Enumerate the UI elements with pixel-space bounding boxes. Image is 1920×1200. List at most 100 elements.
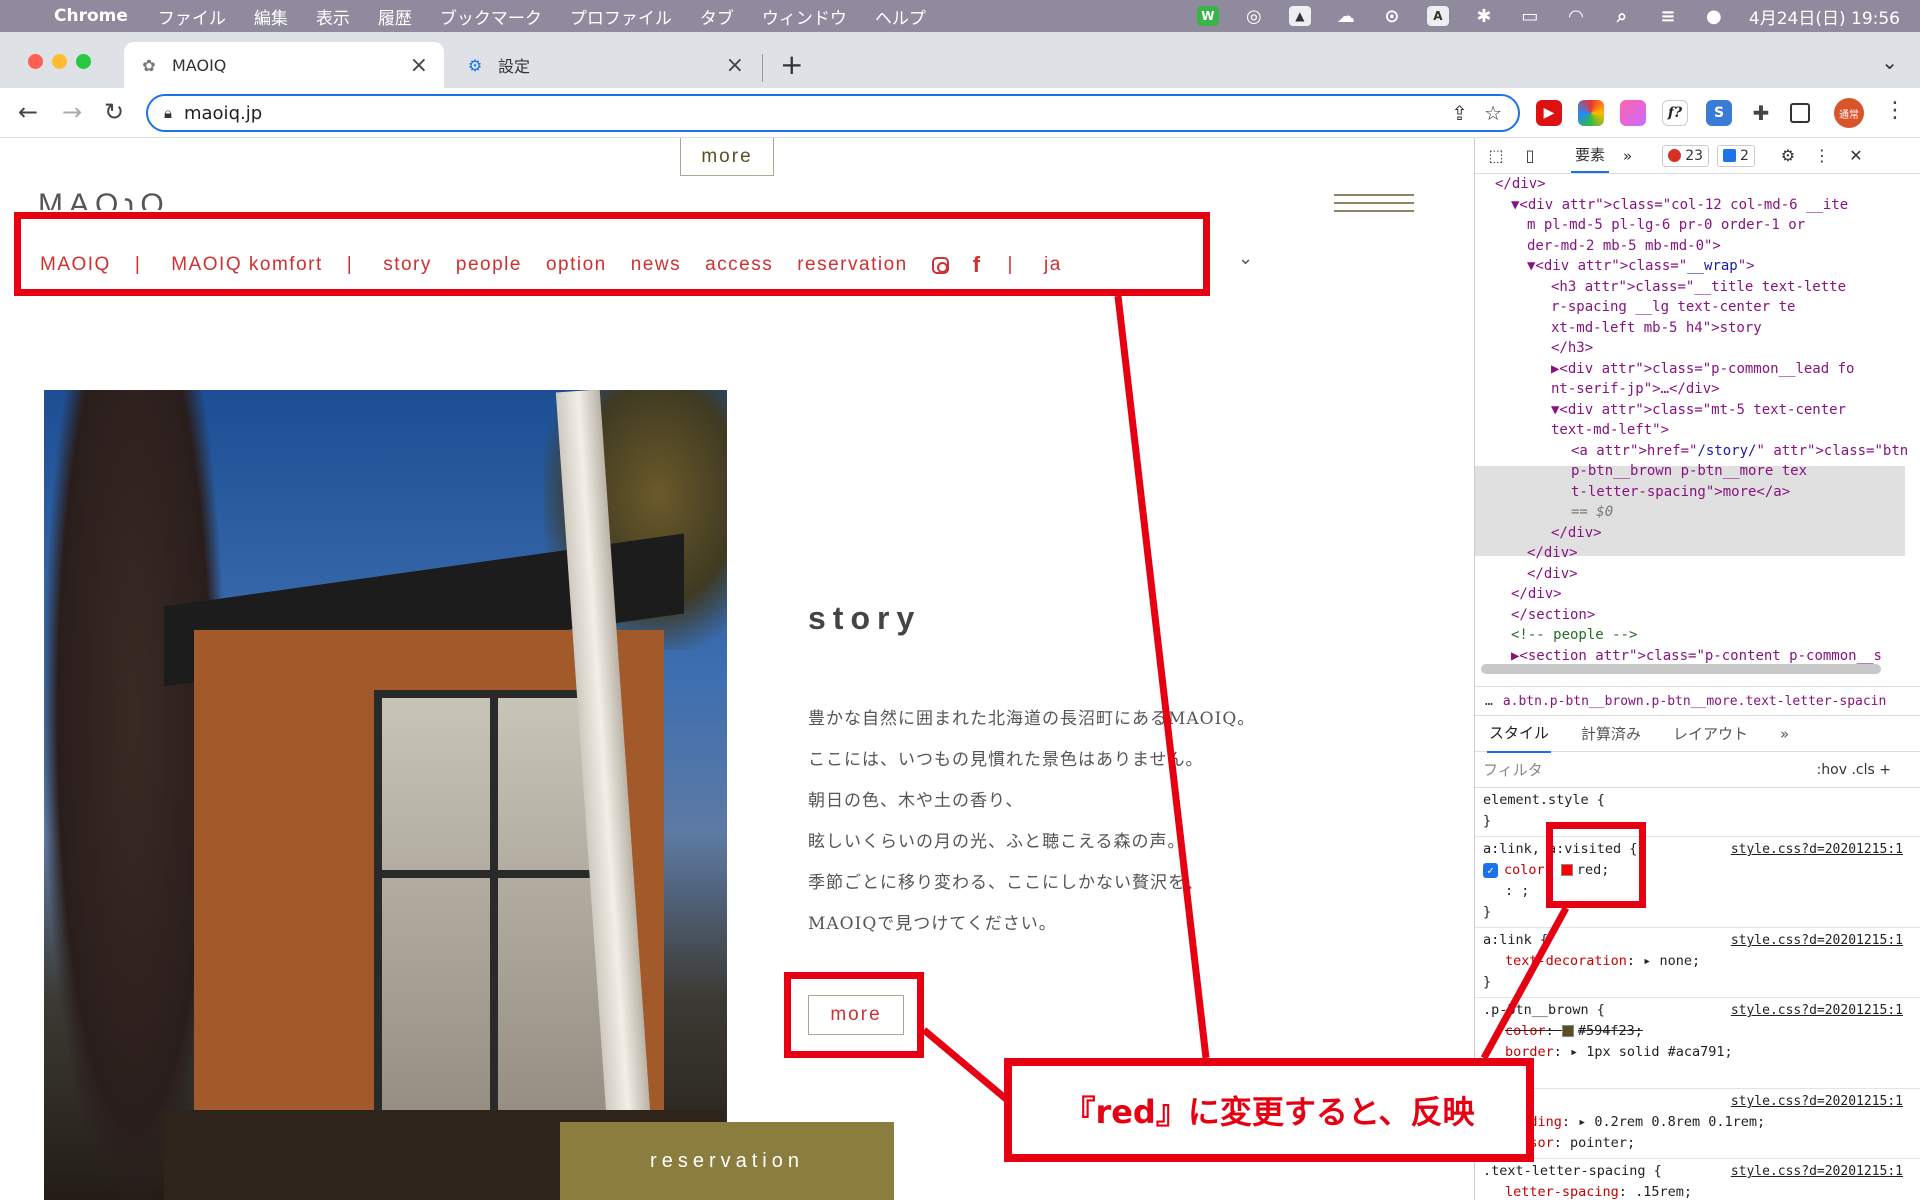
minimize-window-button[interactable] <box>52 54 67 69</box>
dom-line[interactable]: r-spacing __lg text-center te <box>1475 297 1920 318</box>
dom-line[interactable]: <!-- people --> <box>1475 625 1920 646</box>
dom-tree[interactable]: </div> ▼<div attr">class="col-12 col-md-6… <box>1475 174 1920 684</box>
tab-search-chevron-icon[interactable]: ⌄ <box>1881 50 1898 74</box>
bluetooth-icon[interactable]: ✱ <box>1473 6 1495 27</box>
error-count-badge[interactable]: 23 <box>1662 144 1710 167</box>
property-checkbox[interactable]: ✓ <box>1483 862 1498 878</box>
bookmark-star-icon[interactable]: ☆ <box>1484 101 1502 125</box>
more-panels-icon[interactable]: » <box>1623 147 1632 165</box>
text-decoration-property[interactable]: text-decoration <box>1483 953 1627 969</box>
language-chevron-down-icon[interactable]: ⌄ <box>1238 248 1253 269</box>
puzzle-extensions-icon[interactable]: ✚ <box>1748 100 1774 126</box>
menu-file[interactable]: ファイル <box>158 4 226 29</box>
cloud-tray-icon[interactable]: ☁ <box>1335 6 1357 27</box>
menu-tab[interactable]: タブ <box>700 4 734 29</box>
menu-profile[interactable]: プロファイル <box>570 4 672 29</box>
message-count-badge[interactable]: 2 <box>1717 144 1755 167</box>
device-toggle-icon[interactable]: ▯ <box>1519 146 1541 165</box>
menu-view[interactable]: 表示 <box>316 4 350 29</box>
rule-text-letter-spacing[interactable]: .text-letter-spacing { style.css?d=20201… <box>1475 1159 1920 1200</box>
menu-bookmarks[interactable]: ブックマーク <box>440 4 542 29</box>
tab-maoiq[interactable]: ✿ MAOIQ × <box>124 42 444 88</box>
rule-element-style[interactable]: element.style { } <box>1475 788 1920 837</box>
brown-color-swatch[interactable] <box>1561 1025 1574 1037</box>
breadcrumb-selected[interactable]: a.btn.p-btn__brown.p-btn__more.text-lett… <box>1503 694 1887 709</box>
dom-line[interactable]: xt-md-left mb-5 h4">story <box>1475 318 1920 339</box>
tab-computed[interactable]: 計算済み <box>1579 715 1643 752</box>
url-text[interactable]: maoiq.jp <box>184 103 1451 124</box>
cursor-value[interactable]: pointer; <box>1570 1135 1635 1151</box>
menu-app-name[interactable]: Chrome <box>54 6 128 26</box>
font-finder-extension-icon[interactable]: f? <box>1662 100 1688 126</box>
more-style-tabs-icon[interactable]: » <box>1778 717 1791 751</box>
reservation-button[interactable]: reservation <box>560 1122 894 1200</box>
menu-edit[interactable]: 編集 <box>254 4 288 29</box>
dom-line[interactable]: </h3> <box>1475 338 1920 359</box>
rule-source-link[interactable]: style.css?d=20201215:1 <box>1731 1091 1903 1112</box>
tab-styles[interactable]: スタイル <box>1487 714 1552 753</box>
rule-btn[interactable]: style.css?d=20201215:1 padding: ▸ 0.2rem… <box>1475 1089 1920 1159</box>
devtools-kebab-icon[interactable]: ⋮ <box>1811 146 1833 165</box>
overridden-color-value[interactable]: #594f23; <box>1578 1023 1643 1039</box>
devtools-close-icon[interactable]: ✕ <box>1845 146 1867 165</box>
inspect-element-icon[interactable]: ⬚ <box>1485 146 1507 165</box>
breadcrumb-ellipsis[interactable]: … <box>1485 694 1493 709</box>
letter-spacing-value[interactable]: .15rem; <box>1635 1184 1692 1200</box>
dom-line[interactable]: text-md-left"> <box>1475 420 1920 441</box>
color-extension-icon[interactable] <box>1578 100 1604 126</box>
battery-icon[interactable]: ▭ <box>1519 6 1541 27</box>
control-center-icon[interactable]: ≡ <box>1657 6 1679 27</box>
dom-line[interactable]: ▶<section attr">class="p-content p-commo… <box>1475 646 1920 667</box>
rule-link-visited[interactable]: a:link, a:visited { style.css?d=20201215… <box>1475 837 1920 928</box>
text-decoration-value[interactable]: none; <box>1659 953 1700 969</box>
tab-layout[interactable]: レイアウト <box>1671 715 1750 752</box>
padding-value[interactable]: 0.2rem 0.8rem 0.1rem; <box>1594 1114 1765 1130</box>
share-icon[interactable]: ⇪ <box>1451 101 1468 125</box>
dom-line[interactable]: m pl-md-5 pl-lg-6 pr-0 order-1 or <box>1475 215 1920 236</box>
spotlight-search-icon[interactable]: ⌕ <box>1611 6 1633 27</box>
dom-line[interactable]: </div> <box>1475 564 1920 585</box>
dom-line[interactable]: == $0 <box>1475 502 1920 523</box>
menu-history[interactable]: 履歴 <box>378 4 412 29</box>
rule-source-link[interactable]: style.css?d=20201215:1 <box>1731 930 1903 951</box>
devtools-settings-gear-icon[interactable]: ⚙ <box>1777 146 1799 165</box>
tab-elements[interactable]: 要素 <box>1571 138 1610 173</box>
reload-button[interactable]: ↻ <box>104 98 124 126</box>
rule-source-link[interactable]: style.css?d=20201215:1 <box>1731 1161 1903 1182</box>
video-extension-icon[interactable]: ▶ <box>1536 100 1562 126</box>
zoom-window-button[interactable] <box>76 54 91 69</box>
rule-source-link[interactable]: style.css?d=20201215:1 <box>1731 839 1903 860</box>
dom-breadcrumb[interactable]: … a.btn.p-btn__brown.p-btn__more.text-le… <box>1475 686 1920 716</box>
close-window-button[interactable] <box>28 54 43 69</box>
menu-window[interactable]: ウィンドウ <box>762 4 847 29</box>
dom-line[interactable]: ▼<div attr">class="col-12 col-md-6 __ite <box>1475 195 1920 216</box>
dom-line[interactable]: p-btn__brown p-btn__more tex <box>1475 461 1920 482</box>
chrome-menu-icon[interactable]: ⋮ <box>1884 98 1906 123</box>
tab-settings[interactable]: ⚙ 設定 × <box>450 42 760 88</box>
dom-line[interactable]: </div> <box>1475 543 1920 564</box>
siri-icon[interactable]: ● <box>1703 6 1725 27</box>
rule-p-btn-brown[interactable]: .p-btn__brown { style.css?d=20201215:1 c… <box>1475 998 1920 1089</box>
color-property[interactable]: color <box>1504 862 1545 878</box>
dom-line[interactable]: t-letter-spacing">more</a> <box>1475 482 1920 503</box>
dom-line[interactable]: </section> <box>1475 605 1920 626</box>
drive-tray-icon[interactable]: ▲ <box>1288 6 1311 26</box>
wifi-icon[interactable]: ◠ <box>1565 6 1587 27</box>
dom-tree-scrollbar[interactable] <box>1481 664 1881 674</box>
address-bar[interactable]: 🔒︎ maoiq.jp ⇪ ☆ <box>146 94 1520 132</box>
dom-line[interactable]: <h3 attr">class="__title text-lette <box>1475 277 1920 298</box>
lock-icon[interactable]: 🔒︎ <box>164 104 172 122</box>
dom-line[interactable]: </div> <box>1475 523 1920 544</box>
back-button[interactable]: ← <box>18 98 38 126</box>
hamburger-menu-icon[interactable] <box>1334 194 1414 218</box>
side-panel-icon[interactable] <box>1790 103 1810 123</box>
styles-filter-input[interactable]: フィルタ <box>1483 759 1543 780</box>
dom-line[interactable]: <a attr">href="/story/" attr">class="btn <box>1475 441 1920 462</box>
screenshot-extension-icon[interactable]: S <box>1706 100 1732 126</box>
close-tab-icon[interactable]: × <box>726 53 744 78</box>
close-tab-icon[interactable]: × <box>410 53 428 78</box>
dom-line[interactable]: nt-serif-jp">…</div> <box>1475 379 1920 400</box>
letter-spacing-property[interactable]: letter-spacing <box>1483 1184 1619 1200</box>
menu-help[interactable]: ヘルプ <box>875 4 926 29</box>
top-more-link[interactable]: more <box>680 138 774 176</box>
